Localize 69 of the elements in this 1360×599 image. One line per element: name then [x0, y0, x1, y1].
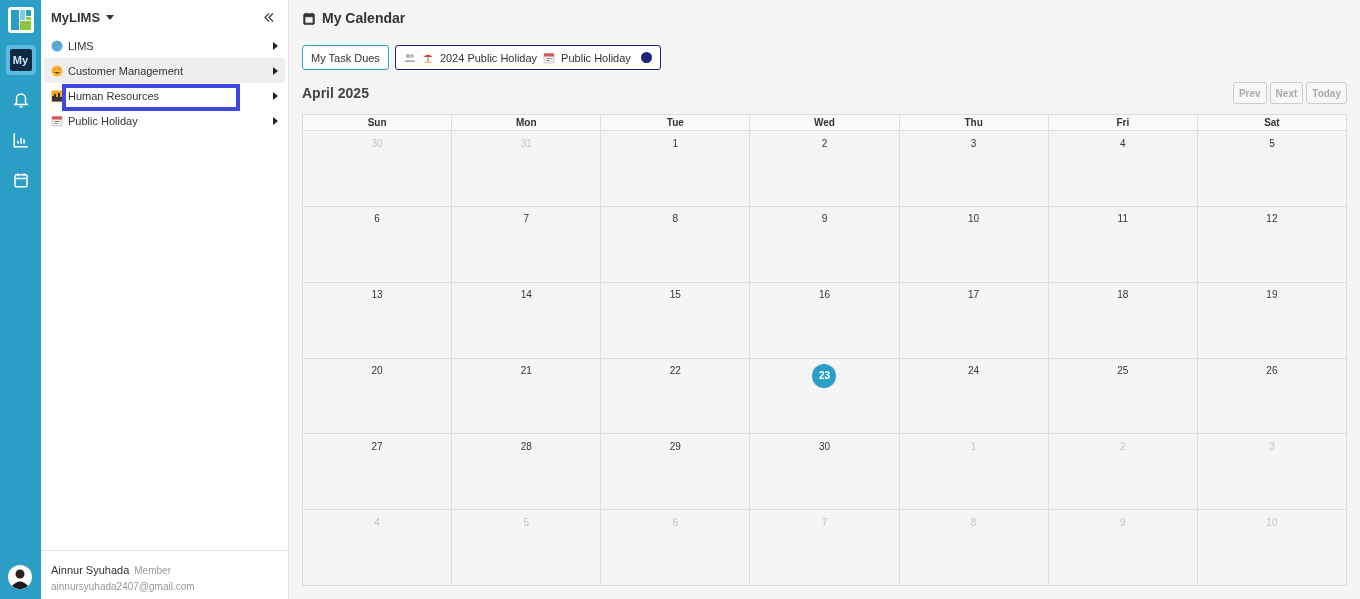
menu-item[interactable]: LIMS [44, 33, 285, 58]
weekday-header: Tue [601, 115, 751, 131]
people-icon [403, 51, 416, 64]
my-badge[interactable]: My [9, 49, 32, 71]
user-avatar [8, 565, 32, 589]
day-number[interactable]: 11 [1110, 206, 1135, 231]
day-number[interactable]: 13 [365, 282, 390, 307]
day-number[interactable]: 19 [1259, 282, 1284, 307]
collapse-icon[interactable] [264, 13, 274, 22]
caret-icon [273, 66, 278, 75]
calendar-icon [302, 10, 316, 26]
globe-icon [51, 39, 63, 52]
bell-icon[interactable] [11, 91, 30, 109]
page-title: My Calendar [322, 10, 406, 26]
calendar-icon [543, 51, 556, 64]
user-name: Ainnur Syuhada [51, 564, 130, 576]
day-number[interactable]: 21 [514, 358, 539, 383]
calendar-icon[interactable] [11, 171, 30, 189]
day-number[interactable]: 29 [663, 434, 688, 459]
weekday-header: Thu [899, 115, 1049, 131]
workspace-title: MyLIMS [51, 10, 101, 25]
calendar-icon [51, 114, 63, 127]
day-number[interactable]: 14 [514, 282, 539, 307]
day-number[interactable]: 1 [663, 131, 688, 155]
app-logo-icon[interactable] [7, 7, 34, 33]
day-number[interactable]: 12 [1259, 206, 1284, 231]
dropdown-caret-icon[interactable] [106, 15, 115, 20]
user-email: ainnursyuhada2407@gmail.com [51, 581, 196, 592]
menu-item[interactable]: Public Holiday [44, 108, 285, 133]
day-number[interactable]: 4 [1110, 131, 1135, 155]
weekday-header: Wed [750, 115, 900, 131]
bar-chart-icon[interactable] [11, 131, 30, 149]
day-number[interactable]: 18 [1110, 282, 1135, 307]
day-number[interactable]: 3 [961, 131, 986, 155]
weekday-header: Sat [1197, 115, 1347, 131]
city-icon [51, 89, 63, 102]
day-number[interactable]: 8 [663, 206, 688, 231]
caret-icon [273, 91, 278, 100]
day-number[interactable]: 15 [663, 282, 688, 307]
filter-button[interactable]: My Task Dues [302, 45, 389, 70]
day-number[interactable]: 7 [514, 206, 539, 231]
user-role: Member [134, 565, 171, 576]
day-number[interactable]: 20 [365, 358, 390, 383]
menu-item[interactable]: Human Resources [44, 83, 285, 108]
day-number[interactable]: 22 [663, 358, 688, 383]
day-number[interactable]: 28 [514, 434, 539, 459]
caret-icon [273, 41, 278, 50]
day-number[interactable]: 30 [812, 434, 837, 459]
day-number[interactable]: 27 [365, 434, 390, 459]
month-title: April 2025 [302, 85, 369, 101]
day-number[interactable]: 6 [365, 206, 390, 231]
calendar-filter[interactable]: 2024 Public Holiday Public Holiday [394, 45, 661, 70]
day-number[interactable]: 10 [961, 206, 986, 231]
weekday-header: Fri [1048, 115, 1198, 131]
day-number[interactable]: 5 [1259, 131, 1284, 155]
day-number[interactable]: 17 [961, 282, 986, 307]
weekday-header: Mon [452, 115, 602, 131]
filter-label: 2024 Public Holiday [439, 51, 538, 64]
smiley-icon [51, 64, 63, 77]
day-number[interactable]: 2 [812, 131, 837, 155]
weekday-header: Sun [303, 115, 453, 131]
day-number[interactable]: 9 [812, 206, 837, 231]
day-number[interactable]: 24 [961, 358, 986, 383]
day-number[interactable]: 16 [812, 282, 837, 307]
menu-item[interactable]: Customer Management [44, 58, 285, 83]
day-number[interactable]: 26 [1259, 358, 1284, 383]
filter-label: Public Holiday [561, 51, 631, 64]
day-number[interactable]: 25 [1110, 358, 1135, 383]
caret-icon [273, 116, 278, 125]
